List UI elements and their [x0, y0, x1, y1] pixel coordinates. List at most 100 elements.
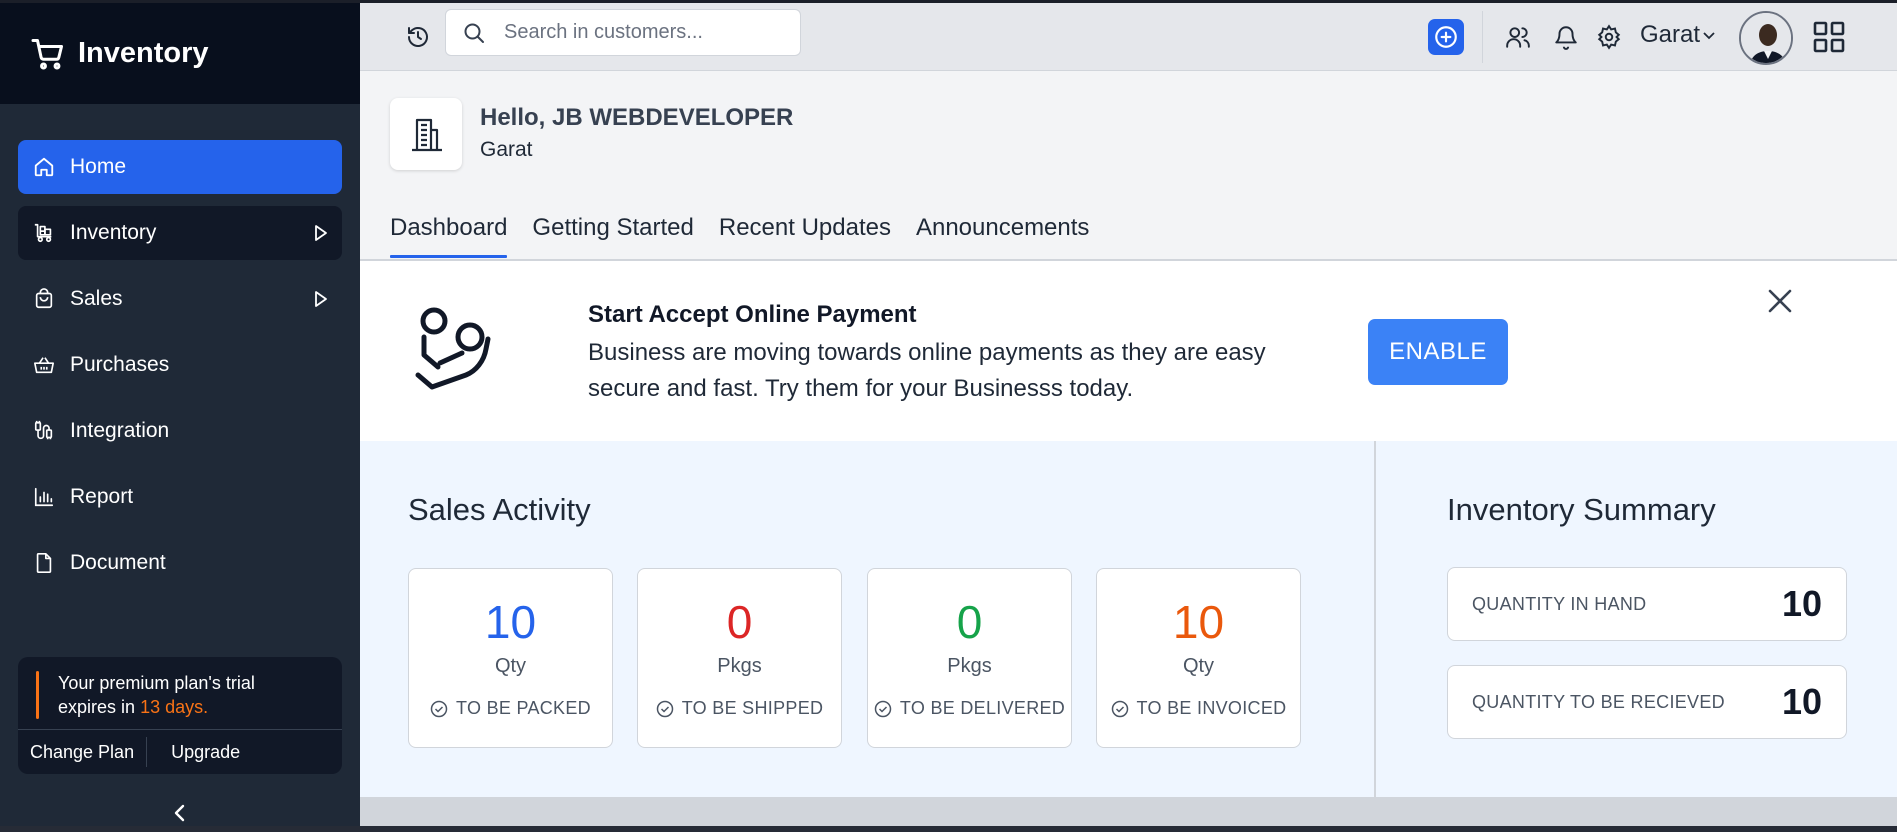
sidebar-nav: Home Inventory Sales Purchases Integrati… — [0, 104, 360, 590]
building-icon — [412, 118, 442, 152]
inventory-icon — [32, 221, 56, 245]
sidebar-item-label: Purchases — [70, 353, 170, 376]
check-circle-icon — [430, 700, 448, 717]
close-icon[interactable] — [1766, 287, 1794, 315]
tab-announcements[interactable]: Announcements — [916, 214, 1089, 258]
trial-line2: expires in 13 days. — [58, 695, 326, 719]
apps-grid-icon[interactable] — [1812, 20, 1846, 54]
summary-value: 10 — [1781, 583, 1822, 624]
content-footer — [360, 797, 1897, 826]
org-name: Garat — [1640, 21, 1701, 48]
sidebar-item-label: Integration — [70, 419, 170, 442]
expand-arrow-icon — [315, 225, 327, 241]
summary-quantity-to-be-received[interactable]: QUANTITY TO BE RECIEVED 10 — [1447, 665, 1847, 739]
payment-hand-icon — [415, 307, 491, 390]
tab-dashboard[interactable]: Dashboard — [390, 214, 508, 258]
sidebar: Inventory Home Inventory Sales Purchases… — [0, 3, 360, 826]
stat-value: 0 — [956, 596, 983, 648]
sidebar-item-home[interactable]: Home — [18, 140, 342, 194]
bell-icon[interactable] — [1553, 24, 1579, 50]
search-icon — [464, 23, 484, 43]
integration-icon — [32, 419, 56, 443]
enable-button[interactable]: ENABLE — [1368, 319, 1508, 385]
org-switcher[interactable]: Garat — [1640, 21, 1716, 49]
search-box[interactable] — [445, 9, 801, 56]
users-icon[interactable] — [1505, 24, 1531, 50]
stat-value: 10 — [484, 596, 537, 648]
stat-label: TO BE SHIPPED — [638, 698, 841, 719]
summary-value: 10 — [1781, 681, 1822, 722]
banner-description: Business are moving towards online payme… — [588, 339, 1266, 402]
stat-value: 0 — [726, 596, 753, 648]
sidebar-item-inventory[interactable]: Inventory — [18, 206, 342, 260]
check-circle-icon — [874, 700, 892, 717]
trial-message: Your premium plan's trial expires in 13 … — [18, 657, 342, 729]
trial-actions: Change Plan Upgrade — [18, 729, 342, 774]
tab-getting-started[interactable]: Getting Started — [532, 214, 693, 258]
chevron-down-icon — [1703, 32, 1715, 40]
user-photo — [1741, 13, 1791, 63]
search-input[interactable] — [504, 21, 794, 44]
sidebar-item-purchases[interactable]: Purchases — [18, 338, 342, 392]
stat-unit: Pkgs — [717, 655, 762, 677]
summary-quantity-in-hand[interactable]: QUANTITY IN HAND 10 — [1447, 567, 1847, 641]
stat-unit: Qty — [494, 655, 527, 677]
trial-expires-label: expires in — [58, 697, 136, 717]
trial-actions-divider — [146, 737, 148, 767]
stat-value: 10 — [1172, 596, 1225, 648]
avatar[interactable] — [1739, 11, 1793, 65]
section-divider — [1374, 441, 1376, 797]
organization-logo — [390, 98, 462, 170]
window-bottom-border — [0, 826, 1897, 832]
trial-line1: Your premium plan's trial — [58, 673, 255, 693]
sidebar-item-label: Home — [70, 155, 127, 178]
stat-label-text: TO BE SHIPPED — [681, 698, 824, 718]
sidebar-item-label: Document — [70, 551, 166, 574]
sidebar-item-report[interactable]: Report — [18, 470, 342, 524]
stat-card-delivered[interactable]: 0 Pkgs TO BE DELIVERED — [867, 568, 1072, 748]
sidebar-item-label: Report — [70, 485, 134, 508]
document-icon — [32, 551, 56, 575]
inventory-summary-title: Inventory Summary — [1447, 492, 1716, 527]
sidebar-item-document[interactable]: Document — [18, 536, 342, 590]
sidebar-item-integration[interactable]: Integration — [18, 404, 342, 458]
brand[interactable]: Inventory — [0, 3, 360, 104]
stat-label-text: TO BE INVOICED — [1136, 698, 1287, 718]
banner-title: Start Accept Online Payment — [588, 301, 917, 328]
sales-activity-title: Sales Activity — [408, 492, 591, 527]
home-icon — [32, 155, 56, 179]
trial-accent-bar — [36, 671, 39, 719]
sidebar-item-sales[interactable]: Sales — [18, 272, 342, 326]
plus-circle-icon — [1435, 26, 1457, 48]
stat-label-text: TO BE PACKED — [456, 698, 591, 718]
stat-label: TO BE PACKED — [409, 698, 612, 719]
topbar-divider — [1482, 11, 1483, 63]
greeting: Hello, JB WEBDEVELOPER — [480, 104, 794, 131]
change-plan-button[interactable]: Change Plan — [18, 742, 146, 763]
quick-create-button[interactable] — [1428, 19, 1464, 55]
brand-name: Inventory — [78, 37, 209, 69]
online-payment-banner: Start Accept Online Payment Business are… — [360, 261, 1897, 441]
stat-card-shipped[interactable]: 0 Pkgs TO BE SHIPPED — [637, 568, 842, 748]
stat-card-packed[interactable]: 10 Qty TO BE PACKED — [408, 568, 613, 748]
trial-days: 13 days. — [140, 697, 209, 717]
sidebar-item-label: Inventory — [70, 221, 157, 244]
cart-icon — [31, 38, 63, 69]
summary-label: QUANTITY TO BE RECIEVED — [1472, 691, 1725, 712]
expand-arrow-icon — [315, 291, 327, 307]
stat-unit: Pkgs — [947, 655, 992, 677]
upgrade-button[interactable]: Upgrade — [159, 742, 252, 763]
dashboard-tabs: Dashboard Getting Started Recent Updates… — [390, 214, 1114, 258]
report-icon — [32, 485, 56, 509]
stat-card-invoiced[interactable]: 10 Qty TO BE INVOICED — [1096, 568, 1301, 748]
stat-label: TO BE INVOICED — [1097, 698, 1300, 719]
summary-label: QUANTITY IN HAND — [1472, 593, 1647, 614]
history-icon[interactable] — [406, 25, 430, 49]
collapse-sidebar-icon[interactable] — [170, 803, 190, 823]
sidebar-item-label: Sales — [70, 287, 123, 310]
gear-icon[interactable] — [1596, 24, 1622, 50]
check-circle-icon — [656, 700, 673, 717]
stat-unit: Qty — [1182, 655, 1215, 677]
tab-recent-updates[interactable]: Recent Updates — [719, 214, 891, 258]
topbar: Garat — [360, 3, 1897, 71]
